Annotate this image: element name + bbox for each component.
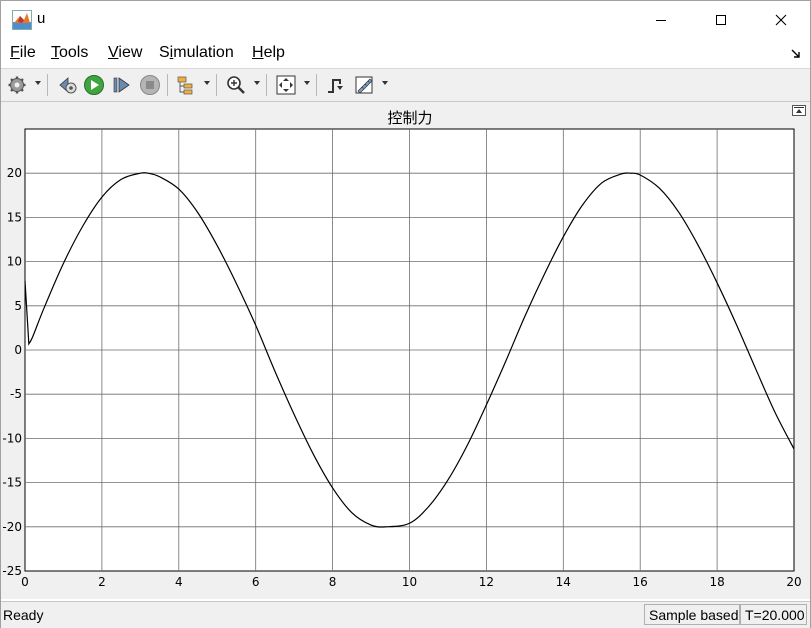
fit-to-view-icon [276,75,296,95]
step-forward-button[interactable] [111,73,133,97]
step-back-button[interactable] [56,73,78,97]
y-tick-label: -25 [2,564,22,578]
scope-window: u File Tools View Simulation Help 控制力 0 … [0,0,811,628]
menu-file-rest: ile [19,44,36,61]
y-tick-label: 0 [14,343,22,357]
measure-dropdown-arrow[interactable] [382,81,388,85]
zoom-icon [227,76,245,94]
minimize-button[interactable] [638,1,684,39]
close-icon [775,14,787,26]
toolbar-separator [167,74,168,96]
y-tick-label: 20 [7,166,22,180]
x-tick-label: 12 [479,575,494,589]
menu-tools[interactable]: Tools [51,44,88,62]
x-tick-label: 10 [402,575,417,589]
triggers-button[interactable] [324,73,346,97]
plot-panel: 控制力 0 2 4 6 8 10 12 14 16 18 20 -25 -20 -15 -10 -5 0 5 10 1… [1,102,810,599]
step-back-icon [59,77,77,94]
x-tick-label: 20 [786,575,801,589]
toolbar-separator [316,74,317,96]
x-tick-label: 18 [709,575,724,589]
chart-title: 控制力 [387,109,432,127]
zoom-dropdown-arrow[interactable] [254,81,260,85]
x-tick-label: 0 [21,575,29,589]
maximize-button[interactable] [698,1,744,39]
maximize-icon [716,15,726,25]
menu-view[interactable]: View [108,44,142,62]
status-time: T=20.000 [740,604,807,625]
fit-dropdown-arrow[interactable] [304,81,310,85]
close-button[interactable] [758,1,804,39]
minimize-icon [656,20,666,21]
x-tick-label: 8 [329,575,337,589]
signal-tree-icon [177,76,193,95]
settings-button[interactable] [7,73,27,97]
x-tick-label: 16 [633,575,648,589]
menu-simulation[interactable]: Simulation [159,44,234,62]
status-ready: Ready [3,607,44,623]
toolbar-separator [266,74,267,96]
stop-button[interactable] [139,73,161,97]
menu-simulation-pre: S [159,44,170,61]
menu-simulation-rest: mulation [173,44,234,61]
menu-bar: File Tools View Simulation Help [1,39,810,67]
zoom-button[interactable] [225,73,247,97]
x-tick-label: 2 [98,575,106,589]
menu-tools-rest: ools [59,44,89,61]
cursor-measure-icon [355,76,373,94]
signal-tree-button[interactable] [175,73,197,97]
toolbar [1,68,810,102]
x-tick-label: 14 [556,575,571,589]
scope-chart[interactable]: 控制力 0 2 4 6 8 10 12 14 16 18 20 -25 -20 -15 -10 -5 0 5 10 1… [1,102,810,599]
step-forward-icon [113,77,130,93]
status-bar: Ready Sample based T=20.000 [1,601,810,628]
signal-tree-dropdown-arrow[interactable] [204,81,210,85]
title-bar: u [1,1,810,39]
menu-file[interactable]: File [10,44,36,62]
run-icon [84,75,104,95]
stop-icon [140,75,160,95]
y-tick-label: 5 [14,299,22,313]
run-button[interactable] [83,73,105,97]
triggers-icon [328,79,343,93]
y-tick-label: -10 [2,431,22,445]
y-tick-label: 15 [7,210,22,224]
toolbar-separator [47,74,48,96]
status-sample-mode: Sample based [644,604,740,625]
settings-gear-icon [8,76,26,94]
y-tick-label: -20 [2,520,22,534]
y-tick-label: 10 [7,255,22,269]
matlab-logo-icon [12,10,32,30]
menu-view-rest: iew [118,44,143,61]
y-tick-label: -15 [2,476,22,490]
toolbar-separator [216,74,217,96]
dock-arrow-icon[interactable] [790,48,802,60]
y-tick-label: -5 [10,387,22,401]
x-tick-label: 6 [252,575,260,589]
fit-to-view-button[interactable] [275,73,297,97]
menu-help[interactable]: Help [252,44,285,62]
window-title: u [37,10,46,27]
x-tick-label: 4 [175,575,183,589]
cursor-measure-button[interactable] [353,73,375,97]
menu-help-rest: elp [263,44,285,61]
settings-dropdown-arrow[interactable] [35,81,41,85]
